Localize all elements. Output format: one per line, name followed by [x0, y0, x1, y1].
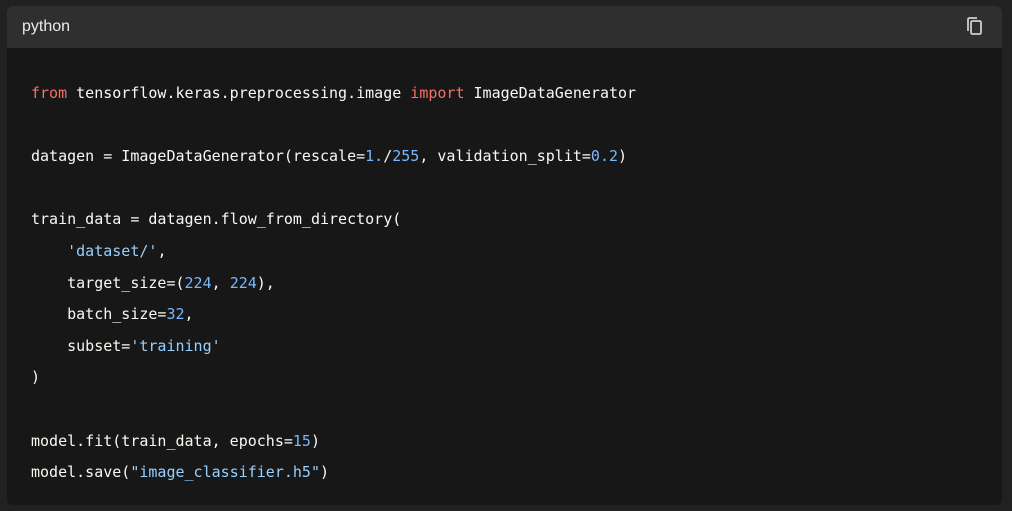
code-line: subset='training' [31, 331, 978, 363]
code-token: model.save( [31, 463, 131, 482]
code-token: 32 [166, 305, 185, 324]
code-token: model.fit(train_data, epochs= [31, 431, 293, 450]
code-token: 255 [392, 147, 420, 166]
code-line: batch_size=32, [31, 299, 978, 331]
code-token: ) [31, 368, 41, 387]
code-line: target_size=(224, 224), [31, 268, 978, 300]
code-token: , [211, 273, 230, 292]
code-token: 0.2 [590, 147, 619, 166]
code-line: train_data = datagen.flow_from_directory… [31, 204, 978, 236]
code-token: 224 [184, 273, 212, 292]
code-token: , [157, 241, 167, 260]
code-token: 15 [292, 431, 311, 450]
code-header: python [7, 6, 1002, 48]
language-label: python [22, 18, 71, 35]
code-token: / [383, 147, 393, 166]
code-token: "image_classifier.h5" [130, 463, 320, 482]
code-token: ), [256, 273, 275, 292]
code-line: datagen = ImageDataGenerator(rescale=1./… [31, 141, 978, 173]
code-token: ) [320, 463, 330, 482]
code-token: from [31, 84, 68, 102]
code-token: 'training' [130, 336, 221, 355]
code-token: ) [618, 147, 628, 166]
code-body: from tensorflow.keras.preprocessing.imag… [7, 48, 1002, 489]
code-token: batch_size= [31, 305, 167, 324]
code-token: , [184, 305, 194, 324]
code-line: from tensorflow.keras.preprocessing.imag… [31, 78, 978, 110]
code-line: model.save("image_classifier.h5") [31, 457, 978, 489]
copy-button[interactable] [964, 16, 986, 38]
copy-icon [967, 17, 982, 35]
code-line: model.fit(train_data, epochs=15) [31, 426, 978, 458]
code-token: target_size=( [31, 273, 185, 292]
code-token: tensorflow.keras.preprocessing.image [67, 84, 411, 102]
code-block: python from tensorflow.keras.preprocessi… [7, 6, 1002, 505]
code-token: ) [310, 431, 320, 450]
code-line: ) [31, 362, 978, 394]
code-token: subset= [31, 336, 131, 355]
code-token: ImageDataGenerator [464, 84, 637, 102]
code-line: 'dataset/', [31, 236, 978, 268]
code-token: train_data = datagen.flow_from_directory… [31, 210, 402, 229]
code-token: 1. [365, 147, 384, 166]
code-token: , validation_split= [419, 147, 591, 166]
code-token: datagen = ImageDataGenerator(rescale= [31, 147, 366, 166]
code-content: from tensorflow.keras.preprocessing.imag… [31, 78, 978, 489]
code-token: 224 [229, 273, 257, 292]
code-token: import [410, 84, 465, 102]
code-token: 'dataset/' [67, 241, 158, 260]
